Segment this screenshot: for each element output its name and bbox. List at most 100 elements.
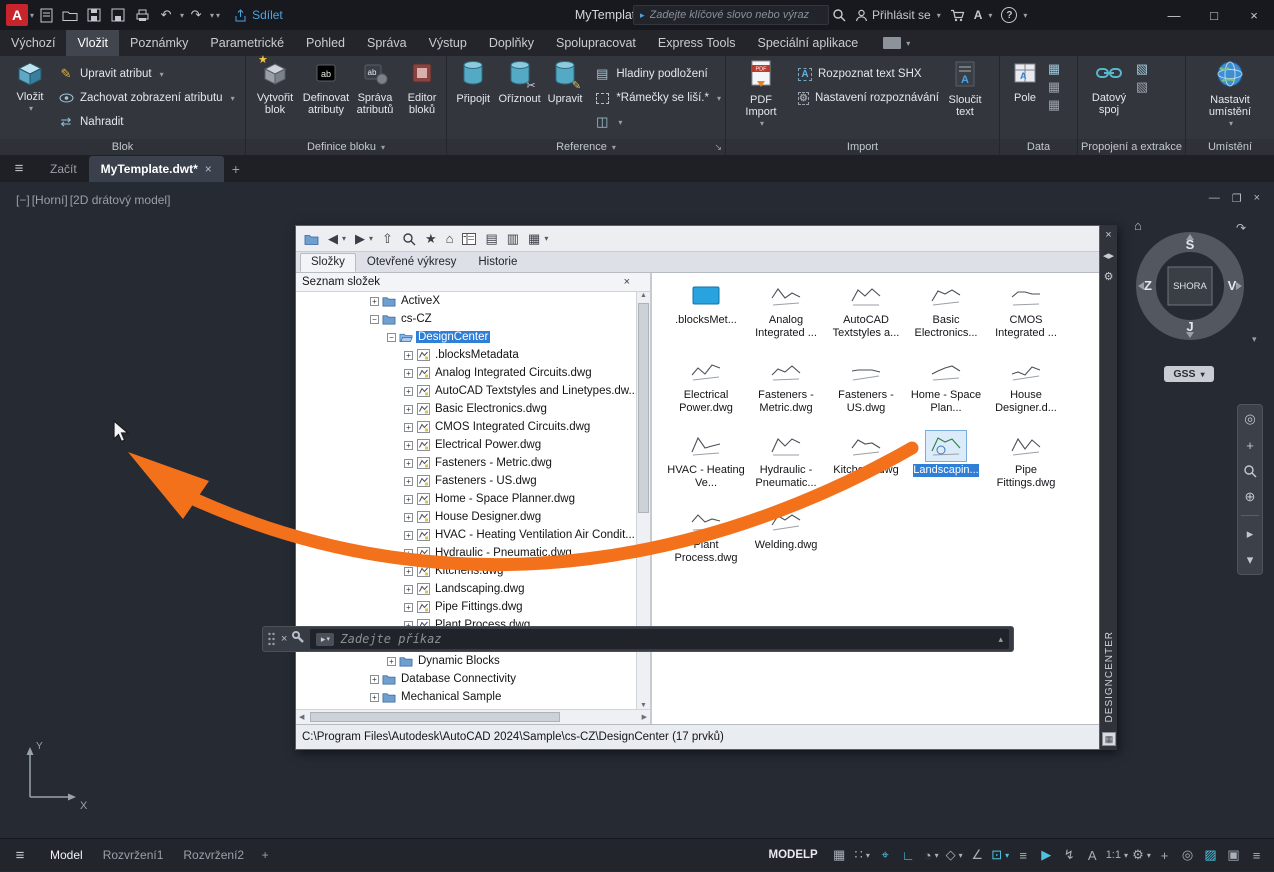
palette-tray-icon[interactable]: ▦ <box>1102 732 1116 746</box>
store-cart-icon[interactable] <box>950 9 965 22</box>
recognize-shx-button[interactable]: A Rozpoznat text SHX <box>794 62 940 86</box>
isometric-drafting-icon[interactable]: ◇ ▾ <box>943 843 966 867</box>
ribbon-display-toggle[interactable]: ▾ <box>883 30 910 56</box>
collapse-icon[interactable]: − <box>387 332 396 342</box>
object-snap-tracking-icon[interactable]: ∠ <box>966 843 989 867</box>
maximize-button[interactable]: □ <box>1194 0 1234 30</box>
dynamic-input-icon[interactable]: ⌖ <box>874 843 897 867</box>
ortho-icon[interactable]: ∟ <box>897 843 920 867</box>
expand-icon[interactable]: + <box>404 566 413 576</box>
viewport-close-icon[interactable]: × <box>1254 192 1260 205</box>
preview-icon[interactable]: ▤ <box>485 231 497 247</box>
graphics-performance-icon[interactable]: ▨ <box>1199 843 1222 867</box>
ribbon-tab-9[interactable]: Express Tools <box>647 30 747 56</box>
content-item-label[interactable]: Basic Electronics... <box>907 314 985 339</box>
tree-item-label[interactable]: House Designer.dwg <box>433 511 543 523</box>
selection-cycling-icon[interactable]: ▶ <box>1035 843 1058 867</box>
tree-item-label[interactable]: cs-CZ <box>399 313 434 325</box>
frames-button[interactable]: *Rámečky se liší.* ▾ <box>590 86 725 110</box>
tree-item-label[interactable]: Pipe Fittings.dwg <box>433 601 525 613</box>
pan-icon[interactable]: + <box>1246 435 1254 455</box>
annotation-visibility-icon[interactable]: A <box>1081 843 1104 867</box>
command-line-close-icon[interactable]: × <box>281 633 287 645</box>
tree-item-label[interactable]: Basic Electronics.dwg <box>433 403 549 415</box>
combine-text-button[interactable]: A Sloučit text <box>940 56 990 139</box>
expand-icon[interactable]: + <box>387 656 396 666</box>
content-item[interactable]: Home - Space Plan... <box>906 356 986 431</box>
expand-icon[interactable]: + <box>404 494 413 504</box>
file-tab-close-icon[interactable]: × <box>205 162 212 176</box>
panel-label-block[interactable]: Blok <box>0 139 245 155</box>
search-icon[interactable] <box>402 232 416 246</box>
tree-item[interactable]: + House Designer.dwg <box>296 508 636 526</box>
content-item[interactable]: Basic Electronics... <box>906 281 986 356</box>
content-item[interactable]: CMOS Integrated ... <box>986 281 1066 356</box>
tree-item[interactable]: + CMOS Integrated Circuits.dwg <box>296 418 636 436</box>
content-item[interactable]: Analog Integrated ... <box>746 281 826 356</box>
back-icon[interactable]: ◀ ▾ <box>328 231 346 247</box>
expand-icon[interactable]: + <box>404 368 413 378</box>
new-layout-button[interactable]: + <box>254 848 276 862</box>
redo-caret-icon[interactable]: ▾ <box>210 11 214 20</box>
content-item-label[interactable]: CMOS Integrated ... <box>987 314 1065 339</box>
tree-item[interactable]: + Landscaping.dwg <box>296 580 636 598</box>
navigation-bar[interactable]: ◎ + ⊕ ▸ ▾ <box>1237 404 1263 575</box>
expand-icon[interactable]: + <box>404 548 413 558</box>
ucs-selector[interactable]: GSS ▾ <box>1164 366 1214 382</box>
expand-icon[interactable]: + <box>370 296 379 306</box>
favorites-icon[interactable]: ★ <box>425 231 437 247</box>
file-tab-start[interactable]: Začít <box>38 156 89 182</box>
home-icon[interactable]: ⌂ <box>446 231 454 246</box>
expand-icon[interactable]: + <box>404 404 413 414</box>
customize-icon[interactable]: ≡ <box>1245 843 1268 867</box>
tree-item[interactable]: + Home - Space Planner.dwg <box>296 490 636 508</box>
ribbon-tab-4[interactable]: Pohled <box>295 30 356 56</box>
palette-autohide-icon[interactable]: ◂▸ <box>1103 249 1114 262</box>
content-item[interactable]: Electrical Power.dwg <box>666 356 746 431</box>
panel-label-location[interactable]: Umístění <box>1186 139 1274 155</box>
content-item[interactable]: Hydraulic - Pneumatic... <box>746 431 826 506</box>
expand-icon[interactable]: + <box>404 422 413 432</box>
underlay-display-button[interactable]: ◫ ▾ <box>590 110 725 134</box>
tree-item-label[interactable]: .blocksMetadata <box>433 349 521 361</box>
palette-properties-icon[interactable]: ⚙ <box>1104 270 1114 283</box>
lineweight-icon[interactable]: ≡ <box>1012 843 1035 867</box>
tree-close-icon[interactable]: × <box>624 276 644 288</box>
pdf-import-button[interactable]: PDF PDF Import ▾ <box>734 56 788 139</box>
ribbon-tab-2[interactable]: Poznámky <box>119 30 199 56</box>
keep-attribute-display-button[interactable]: Zachovat zobrazení atributu ▾ <box>54 86 239 110</box>
content-item[interactable]: Landscapin... <box>906 430 986 506</box>
ribbon-tab-7[interactable]: Doplňky <box>478 30 545 56</box>
viewport-view-control[interactable]: [Horní] <box>32 193 68 207</box>
tree-item-label[interactable]: Fasteners - US.dwg <box>433 475 539 487</box>
tree-item[interactable]: + Database Connectivity <box>296 670 636 688</box>
set-location-button[interactable]: Nastavit umístění ▾ <box>1199 56 1261 139</box>
annotation-scale-label[interactable]: 1:1 ▾ <box>1104 843 1130 867</box>
content-item-label[interactable]: Analog Integrated ... <box>747 314 825 339</box>
object-snap-icon[interactable]: ⊡ ▾ <box>989 843 1012 867</box>
content-item[interactable]: Kitchens.dwg <box>826 431 906 506</box>
tree-item-label[interactable]: Electrical Power.dwg <box>433 439 543 451</box>
content-item[interactable]: Fasteners - US.dwg <box>826 356 906 431</box>
content-item-label[interactable]: Pipe Fittings.dwg <box>987 464 1065 489</box>
tab-open-drawings[interactable]: Otevřené výkresy <box>356 253 467 272</box>
up-icon[interactable]: ⇧ <box>382 231 393 247</box>
collapse-icon[interactable]: − <box>370 314 379 324</box>
content-item-label[interactable]: Home - Space Plan... <box>907 389 985 414</box>
content-item-label[interactable]: HVAC - Heating Ve... <box>667 464 745 489</box>
tree-item[interactable]: + Basic Electronics.dwg <box>296 400 636 418</box>
command-input[interactable]: ▸ ▾ Zadejte příkaz ▴ <box>310 629 1009 649</box>
app-logo[interactable]: A <box>6 4 28 26</box>
forward-icon[interactable]: ▶ ▾ <box>355 231 373 247</box>
tree-toggle-icon[interactable] <box>462 232 477 245</box>
layout-tab-0[interactable]: Model <box>40 839 93 872</box>
attach-button[interactable]: Připojit <box>451 56 495 139</box>
content-item[interactable]: Welding.dwg <box>746 506 826 581</box>
panel-label-import[interactable]: Import <box>726 139 999 155</box>
ribbon-tab-6[interactable]: Výstup <box>418 30 478 56</box>
content-item-label[interactable]: .blocksMet... <box>675 314 737 327</box>
define-attributes-button[interactable]: ab Definovat atributy <box>302 56 350 139</box>
tree-item[interactable]: + Mechanical Sample <box>296 688 636 706</box>
tree-item-label[interactable]: Fasteners - Metric.dwg <box>433 457 554 469</box>
tree-item[interactable]: + Analog Integrated Circuits.dwg <box>296 364 636 382</box>
